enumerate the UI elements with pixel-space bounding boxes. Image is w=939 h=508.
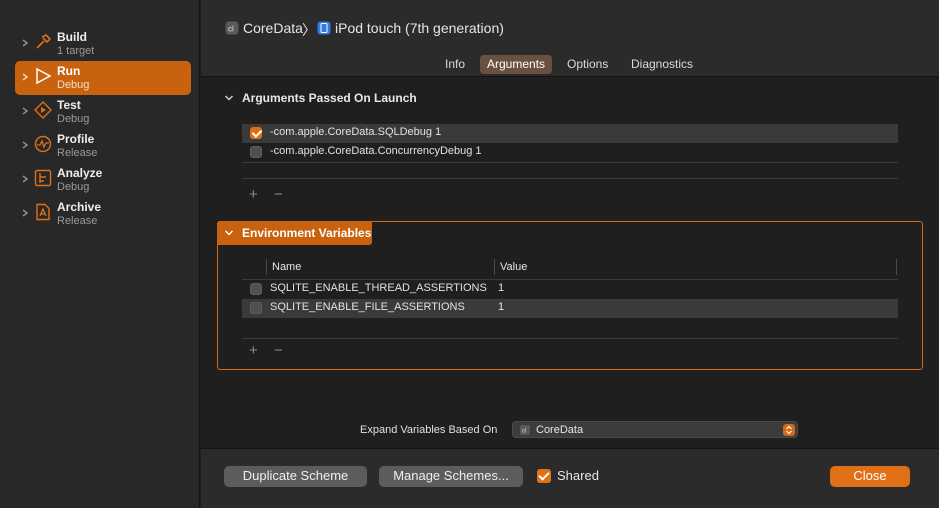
updown-chevron-icon [783,424,795,436]
arguments-pane: Arguments Passed On Launch -com.apple.Co… [201,78,939,448]
tab-options[interactable]: Options [560,55,615,74]
close-button[interactable]: Close [830,466,910,487]
chevron-right-icon[interactable] [21,141,29,149]
argument-value[interactable]: -com.apple.CoreData.SQLDebug 1 [270,126,441,138]
arguments-section-title: Arguments Passed On Launch [242,91,417,105]
chevron-right-icon[interactable] [21,73,29,81]
sidebar-item-title: Archive [57,200,102,214]
scheme-action-sidebar: Build 1 target Run Debug Test Debug Prof… [0,0,200,508]
add-argument-button[interactable]: + [249,187,258,202]
environment-section-header[interactable]: Environment Variables [217,221,372,245]
table-row[interactable]: SQLITE_ENABLE_THREAD_ASSERTIONS 1 [242,280,898,299]
tab-arguments[interactable]: Arguments [480,55,553,74]
shared-checkbox[interactable] [537,469,551,483]
env-checkbox[interactable] [250,302,262,314]
sidebar-item-subtitle: Release [57,147,98,159]
sidebar-item-profile[interactable]: Profile Release [15,129,191,163]
project-icon: cl [520,425,530,435]
sidebar-item-build[interactable]: Build 1 target [15,27,191,61]
env-value[interactable]: 1 [498,301,504,313]
analyze-icon [34,169,52,187]
chevron-right-icon[interactable] [21,39,29,47]
play-icon [36,67,52,85]
remove-argument-button[interactable]: − [274,187,283,202]
sidebar-item-test[interactable]: Test Debug [15,95,191,129]
add-variable-button[interactable]: + [249,343,258,358]
divider [242,338,898,339]
device-icon [317,21,331,35]
argument-value[interactable]: -com.apple.CoreData.ConcurrencyDebug 1 [270,145,482,157]
argument-checkbox[interactable] [250,127,262,139]
shared-label[interactable]: Shared [557,468,599,483]
argument-checkbox[interactable] [250,146,262,158]
sidebar-item-title: Build [57,30,87,44]
expand-variables-value: CoreData [536,424,584,436]
chevron-right-icon[interactable] [21,107,29,115]
breadcrumb-separator: 〉 [302,22,316,38]
tab-bar: Info Arguments Options Diagnostics [201,53,939,77]
sidebar-item-subtitle: 1 target [57,45,95,57]
svg-text:cl: cl [522,429,526,435]
tab-info[interactable]: Info [438,55,472,74]
sidebar-item-subtitle: Debug [57,181,90,193]
tab-diagnostics[interactable]: Diagnostics [624,55,700,74]
table-row[interactable]: -com.apple.CoreData.SQLDebug 1 [242,124,898,143]
sidebar-item-subtitle: Release [57,215,98,227]
sidebar-item-title: Test [57,98,81,112]
sidebar-item-title: Analyze [57,166,103,180]
archive-icon [36,203,50,221]
breadcrumb-device[interactable]: iPod touch (7th generation) [335,20,504,38]
sidebar-item-analyze[interactable]: Analyze Debug [15,163,191,197]
sidebar-item-subtitle: Debug [57,113,90,125]
gauge-icon [34,135,52,153]
environment-table: SQLITE_ENABLE_THREAD_ASSERTIONS 1 SQLITE… [242,280,898,320]
project-icon: cl [225,21,239,35]
chevron-right-icon[interactable] [21,209,29,217]
svg-text:cl: cl [228,25,234,34]
column-separator [266,259,267,275]
arguments-table: -com.apple.CoreData.SQLDebug 1 -com.appl… [242,124,898,184]
env-checkbox[interactable] [250,283,262,295]
remove-variable-button[interactable]: − [274,343,283,358]
column-separator[interactable] [494,259,495,275]
duplicate-scheme-button[interactable]: Duplicate Scheme [224,466,367,487]
column-header-name[interactable]: Name [272,261,301,273]
divider [242,162,898,163]
sidebar-item-subtitle: Debug [57,79,90,91]
disclosure-down-icon[interactable] [224,228,234,238]
sidebar-item-title: Run [57,64,81,78]
environment-section-title: Environment Variables [242,226,372,240]
expand-variables-popup[interactable]: cl CoreData [512,421,798,438]
column-separator [896,259,897,275]
breadcrumb-project[interactable]: CoreData [243,20,303,38]
manage-schemes-button[interactable]: Manage Schemes... [379,466,523,487]
divider [242,178,898,179]
hammer-icon [36,34,52,49]
env-name[interactable]: SQLITE_ENABLE_THREAD_ASSERTIONS [270,282,487,294]
expand-variables-label: Expand Variables Based On [360,424,498,436]
disclosure-down-icon[interactable] [224,93,234,103]
column-header-value[interactable]: Value [500,261,527,273]
table-row[interactable]: SQLITE_ENABLE_FILE_ASSERTIONS 1 [242,299,898,318]
table-row[interactable]: -com.apple.CoreData.ConcurrencyDebug 1 [242,143,898,162]
scheme-destination-header: cl CoreData 〉 iPod touch (7th generation… [201,0,939,53]
chevron-right-icon[interactable] [21,175,29,183]
env-value[interactable]: 1 [498,282,504,294]
sidebar-item-title: Profile [57,132,95,146]
test-diamond-icon [34,101,52,119]
sidebar-item-run[interactable]: Run Debug [15,61,191,95]
sidebar-item-archive[interactable]: Archive Release [15,197,191,231]
dialog-footer: Duplicate Scheme Manage Schemes... Share… [201,448,939,508]
env-name[interactable]: SQLITE_ENABLE_FILE_ASSERTIONS [270,301,465,313]
